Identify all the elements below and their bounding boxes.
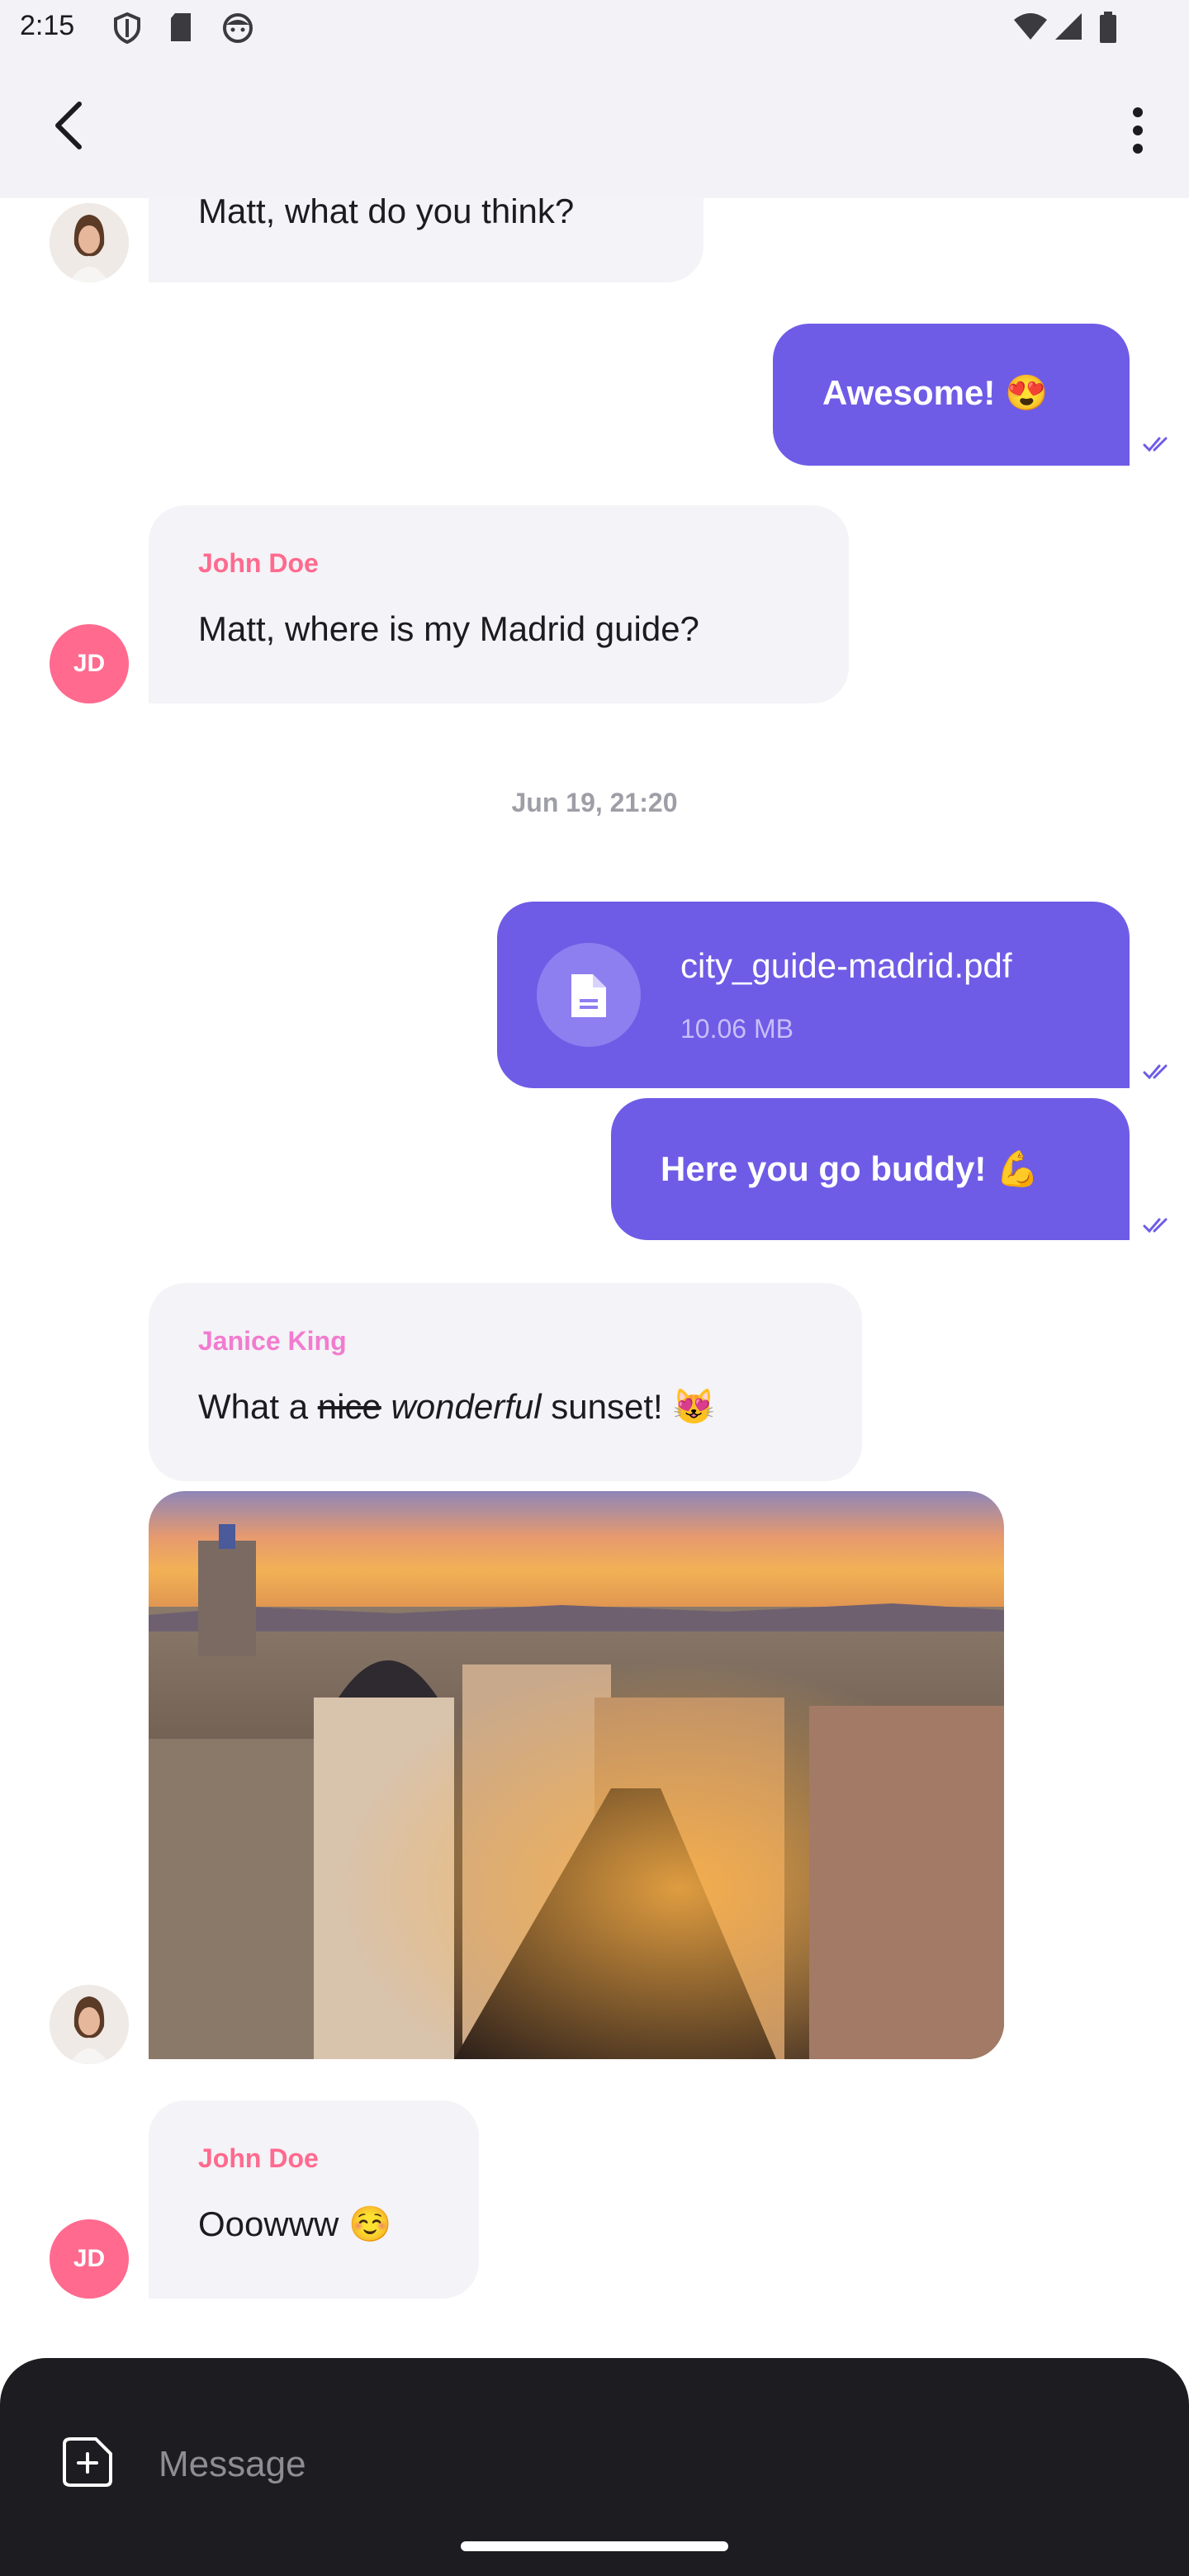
author-name: John Doe: [198, 548, 319, 578]
city-sunset-photo: [149, 1491, 1004, 2059]
file-icon: [571, 974, 606, 1017]
battery-icon: [1100, 12, 1116, 43]
message-bubble[interactable]: [149, 2100, 479, 2299]
attach-file-icon[interactable]: [59, 2434, 116, 2490]
text-plain: sunset! 😻: [541, 1387, 716, 1426]
avatar-john-doe[interactable]: JD: [50, 624, 129, 703]
read-receipt-icon: [1143, 1218, 1168, 1234]
back-arrow-icon[interactable]: [46, 99, 92, 152]
wifi-icon: [1014, 13, 1047, 40]
file-size: 10.06 MB: [680, 1014, 793, 1044]
date-separator: Jun 19, 21:20: [511, 788, 678, 817]
message-text: Matt, what do you think?: [198, 198, 575, 230]
file-name: city_guide-madrid.pdf: [680, 946, 1012, 985]
message-text: Awesome! 😍: [822, 373, 1049, 412]
message-bubble[interactable]: [149, 1283, 862, 1481]
assistant-face-icon: [223, 13, 253, 43]
text-plain: What a: [198, 1387, 318, 1426]
avatar-john-doe[interactable]: JD: [50, 2219, 129, 2299]
message-text: Matt, where is my Madrid guide?: [198, 609, 699, 648]
more-vert-icon[interactable]: [1128, 106, 1148, 155]
cell-signal-icon: [1055, 13, 1082, 40]
message-text: Here you go buddy! 💪: [661, 1149, 1040, 1188]
author-name: John Doe: [198, 2143, 319, 2173]
person-photo-icon: [50, 1985, 129, 2064]
shield-icon: [114, 12, 140, 45]
person-photo-icon: [50, 203, 129, 282]
app-bar: [0, 59, 1189, 198]
author-name: Janice King: [198, 1326, 347, 1356]
sd-card-icon: [171, 13, 191, 41]
text-italic: wonderful: [391, 1387, 542, 1426]
status-bar: 2:15: [0, 0, 1189, 59]
avatar-janice[interactable]: [50, 1985, 129, 2064]
text-strikethrough: nice: [317, 1387, 381, 1426]
message-text: What a nice wonderful sunset! 😻: [198, 1387, 716, 1428]
read-receipt-icon: [1143, 1064, 1168, 1080]
message-input[interactable]: [157, 2431, 1135, 2498]
status-time: 2:15: [20, 10, 75, 41]
message-bubble[interactable]: [149, 505, 849, 703]
message-list[interactable]: Matt, what do you think? Awesome! 😍 John…: [0, 198, 1189, 2361]
gesture-navigation-bar[interactable]: [461, 2541, 728, 2551]
avatar-janice[interactable]: [50, 203, 129, 282]
message-text: Ooowww ☺️: [198, 2204, 392, 2243]
read-receipt-icon: [1143, 437, 1168, 452]
image-message[interactable]: [149, 1491, 1004, 2059]
